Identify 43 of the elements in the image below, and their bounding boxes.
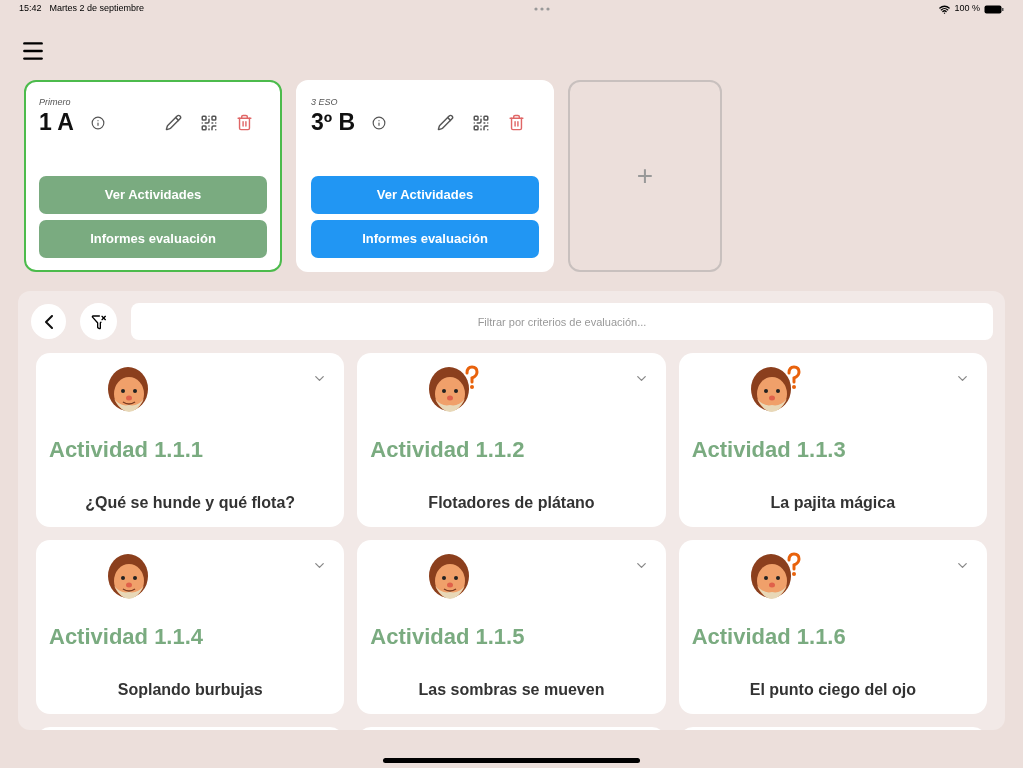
info-icon[interactable] — [90, 115, 105, 130]
activity-card[interactable]: Actividad 1.1.3 La pajita mágica — [678, 353, 987, 527]
activity-name: Las sombras se mueven — [417, 680, 606, 700]
chevron-left-icon — [44, 314, 53, 329]
battery-icon — [984, 4, 1004, 14]
activity-name: La pajita mágica — [769, 493, 897, 513]
activity-name: Soplando burbujas — [116, 680, 264, 700]
activity-name: El punto ciego del ojo — [748, 680, 917, 700]
status-date: Martes 2 de septiembre — [49, 2, 145, 16]
activity-title: Actividad 1.1.1 — [49, 436, 205, 464]
activity-card[interactable]: Actividad 1.1.5 Las sombras se mueven — [357, 540, 666, 714]
course-label: Primero — [39, 96, 72, 109]
qr-code-icon[interactable] — [472, 113, 490, 132]
qr-code-icon[interactable] — [200, 113, 218, 132]
delete-icon[interactable] — [508, 114, 525, 131]
group-name: 1 A — [39, 108, 74, 138]
group-name: 3º B — [311, 108, 356, 138]
activity-card[interactable]: Actividad 1.1.2 Flotadores de plátano — [357, 353, 666, 527]
activity-title: Actividad 1.1.6 — [691, 623, 847, 651]
delete-icon[interactable] — [236, 114, 253, 131]
wifi-icon — [939, 3, 951, 15]
activity-card[interactable]: Actividad 1.1.1 ¿Qué se hunde y qué flota? — [36, 353, 345, 527]
info-icon[interactable] — [372, 115, 387, 130]
course-label: 3 ESO — [311, 96, 339, 109]
activity-title: Actividad 1.1.4 — [49, 623, 205, 651]
status-time: 15:42 — [19, 2, 42, 16]
activity-title: Actividad 1.1.3 — [691, 436, 847, 464]
filter-field[interactable]: Filtrar por criterios de evaluación... — [131, 303, 993, 340]
battery-level: 100 % — [954, 2, 980, 16]
group-card[interactable]: 3 ESO 3º B Ver Actividades Informes evaluación — [296, 80, 554, 272]
group-card[interactable]: Primero 1 A Ver Actividades Informes evaluación — [24, 80, 282, 272]
activity-title: Actividad 1.1.2 — [370, 436, 526, 464]
clear-filter-button[interactable] — [80, 303, 117, 340]
activity-name: Flotadores de plátano — [427, 493, 596, 513]
activity-name: ¿Qué se hunde y qué flota? — [84, 493, 297, 513]
back-button[interactable] — [31, 304, 66, 339]
more-dots-icon — [533, 7, 550, 11]
activity-title: Actividad 1.1.5 — [370, 623, 526, 651]
filter-clear-icon — [90, 313, 107, 330]
edit-icon[interactable] — [165, 114, 182, 131]
activity-card[interactable]: Actividad 1.1.6 El punto ciego del ojo — [678, 540, 987, 714]
edit-icon[interactable] — [437, 114, 454, 131]
activity-card[interactable]: Actividad 1.1.4 Soplando burbujas — [36, 540, 345, 714]
